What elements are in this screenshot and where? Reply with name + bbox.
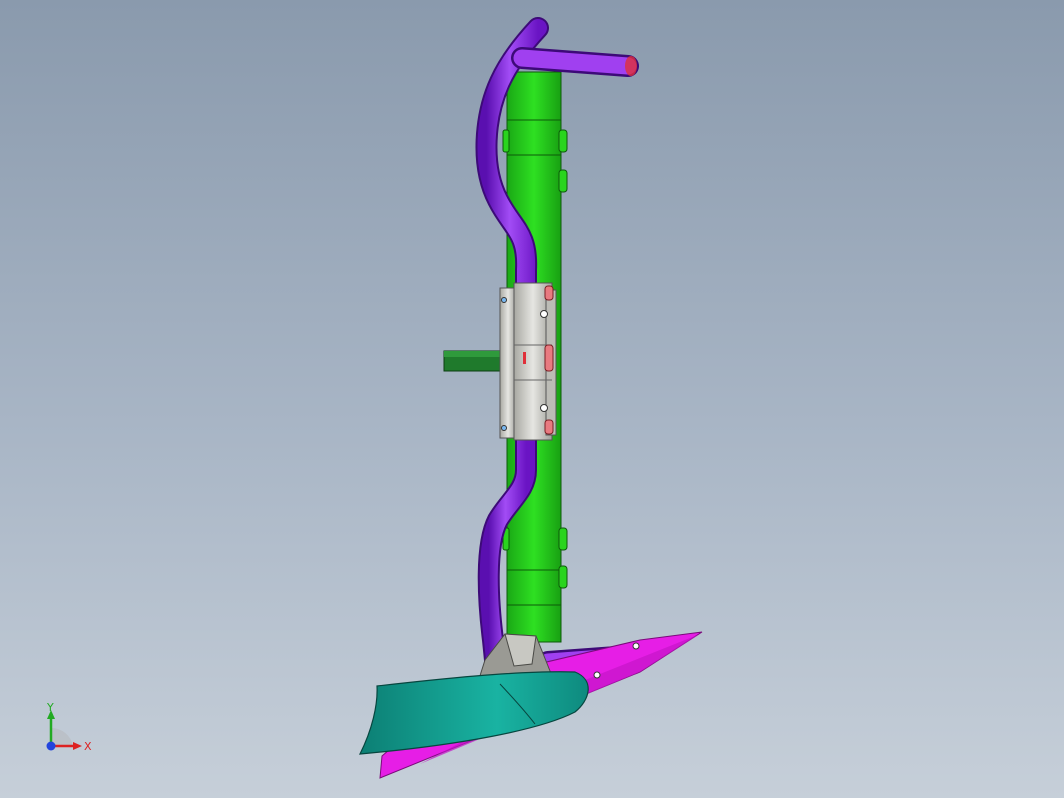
z-axis-icon [46,741,56,751]
x-axis-label: X [84,740,92,753]
axis-triad: Y X [46,701,92,753]
y-axis-label: Y [46,701,54,714]
cad-viewport[interactable]: Y X [0,0,1064,798]
